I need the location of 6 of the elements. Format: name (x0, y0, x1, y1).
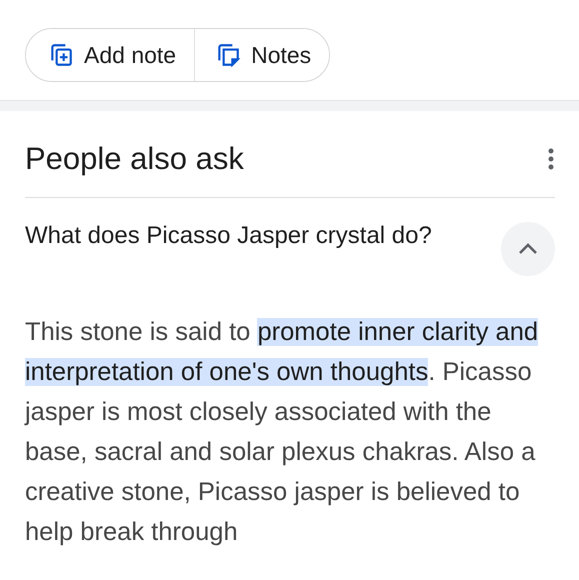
question-text: What does Picasso Jasper crystal do? (25, 221, 433, 251)
answer-paragraph: This stone is said to promote inner clarity and interpretation of one's own thoughts. Picasso jasper is most closely associated with the base, sacral and solar plexus chakras. Also a creative stone, Picasso jasper is believed to help break through (25, 317, 540, 548)
add-note-button[interactable]: Add note (26, 29, 196, 81)
section-title: People also ask (25, 141, 244, 177)
chevron-icon (518, 243, 538, 255)
more-options-icon[interactable] (547, 148, 555, 170)
